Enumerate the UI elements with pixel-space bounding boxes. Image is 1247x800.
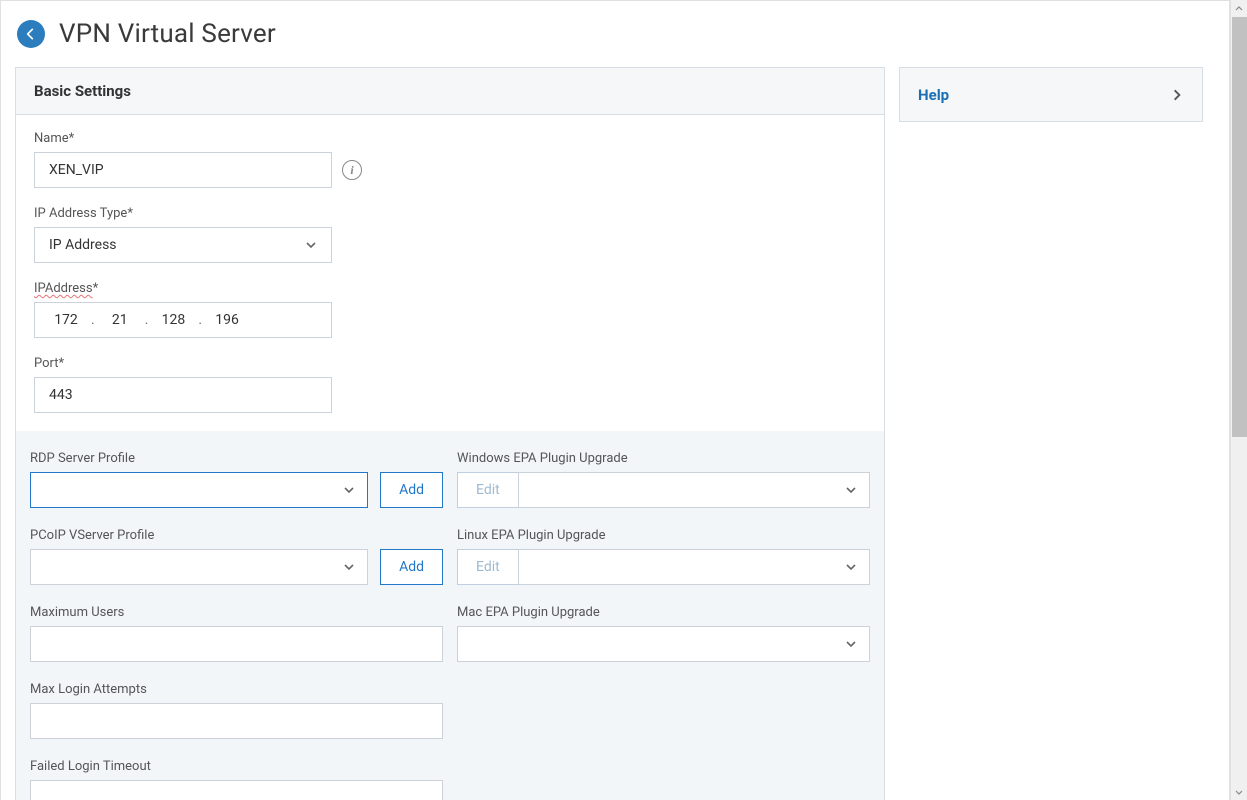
- chevron-right-icon: [1170, 88, 1184, 102]
- scrollbar-down-button[interactable]: [1231, 783, 1247, 800]
- failed-login-timeout-label: Failed Login Timeout: [30, 759, 443, 774]
- chevron-down-icon: [845, 561, 857, 573]
- ip-octet-1[interactable]: [43, 312, 89, 328]
- linux-epa-label: Linux EPA Plugin Upgrade: [457, 528, 870, 543]
- linux-epa-select[interactable]: [518, 549, 870, 585]
- scrollbar-up-button[interactable]: [1231, 0, 1247, 17]
- ip-address-label: IPAddress*: [34, 281, 866, 296]
- info-icon[interactable]: i: [342, 160, 362, 180]
- pcoip-profile-select[interactable]: [30, 549, 368, 585]
- vertical-scrollbar[interactable]: [1230, 0, 1247, 800]
- chevron-down-icon: [1235, 788, 1243, 796]
- help-title: Help: [918, 86, 949, 104]
- scrollbar-thumb[interactable]: [1232, 17, 1247, 437]
- help-panel[interactable]: Help: [899, 67, 1203, 122]
- page-header: VPN Virtual Server: [1, 1, 1229, 67]
- ip-octet-4[interactable]: [204, 312, 250, 328]
- pcoip-profile-add-button[interactable]: Add: [380, 549, 443, 585]
- ip-octet-2[interactable]: [97, 312, 143, 328]
- chevron-up-icon: [1235, 5, 1243, 13]
- basic-settings-panel: Basic Settings Name* i IP Address Type* …: [15, 67, 885, 800]
- ip-address-type-value: IP Address: [49, 237, 117, 253]
- advanced-sub-panel: RDP Server Profile Add PCoIP VServer Pro…: [16, 431, 884, 800]
- max-login-attempts-input[interactable]: [30, 703, 443, 739]
- max-login-attempts-label: Max Login Attempts: [30, 682, 443, 697]
- page-title: VPN Virtual Server: [59, 19, 276, 49]
- win-epa-edit-button[interactable]: Edit: [457, 472, 518, 508]
- max-users-label: Maximum Users: [30, 605, 443, 620]
- win-epa-select[interactable]: [518, 472, 870, 508]
- panel-header: Basic Settings: [16, 68, 884, 115]
- chevron-down-icon: [845, 638, 857, 650]
- rdp-profile-add-button[interactable]: Add: [380, 472, 443, 508]
- ip-octet-3[interactable]: [150, 312, 196, 328]
- failed-login-timeout-input[interactable]: [30, 780, 443, 800]
- linux-epa-edit-button[interactable]: Edit: [457, 549, 518, 585]
- chevron-down-icon: [845, 484, 857, 496]
- back-button[interactable]: [17, 20, 45, 48]
- content-area: VPN Virtual Server Basic Settings Name* …: [0, 0, 1230, 800]
- name-input[interactable]: [34, 152, 332, 188]
- rdp-profile-select[interactable]: [30, 472, 368, 508]
- port-input[interactable]: [34, 377, 332, 413]
- chevron-down-icon: [305, 239, 317, 251]
- port-label: Port*: [34, 356, 866, 371]
- arrow-left-icon: [23, 26, 39, 42]
- name-label: Name*: [34, 131, 866, 146]
- chevron-down-icon: [343, 561, 355, 573]
- mac-epa-label: Mac EPA Plugin Upgrade: [457, 605, 870, 620]
- ip-address-type-label: IP Address Type*: [34, 206, 866, 221]
- pcoip-profile-label: PCoIP VServer Profile: [30, 528, 443, 543]
- chevron-down-icon: [343, 484, 355, 496]
- ip-address-type-select[interactable]: IP Address: [34, 227, 332, 263]
- rdp-profile-label: RDP Server Profile: [30, 451, 443, 466]
- win-epa-label: Windows EPA Plugin Upgrade: [457, 451, 870, 466]
- max-users-input[interactable]: [30, 626, 443, 662]
- mac-epa-select[interactable]: [457, 626, 870, 662]
- ip-address-input[interactable]: . . .: [34, 302, 332, 338]
